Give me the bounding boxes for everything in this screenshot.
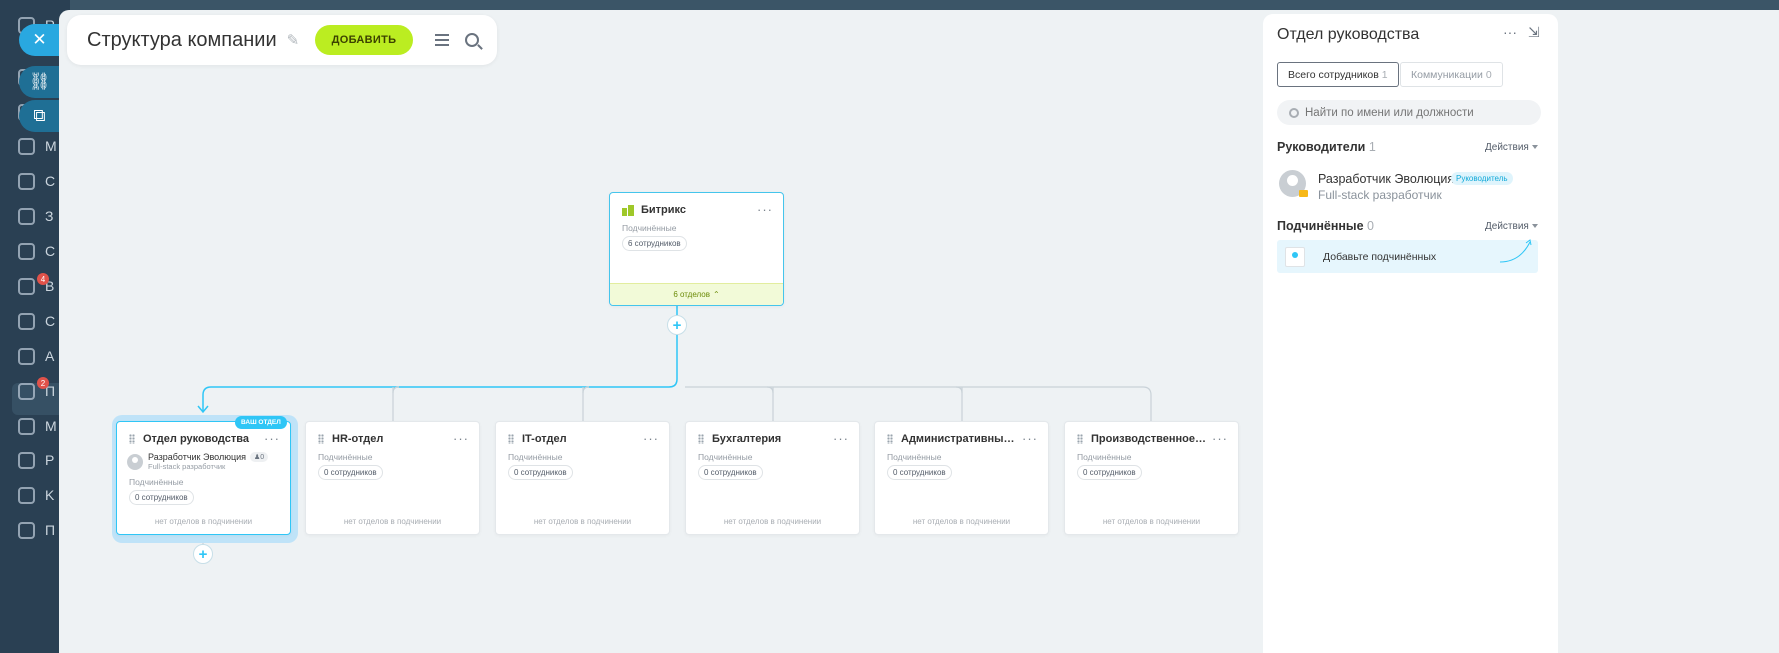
drag-handle-icon[interactable] xyxy=(887,434,893,444)
no-subdepartments-text: нет отделов в подчинении xyxy=(1102,517,1201,526)
more-icon[interactable]: ··· xyxy=(757,203,773,216)
subordinates-label: Подчинённые xyxy=(622,223,677,233)
expand-departments-toggle[interactable]: 6 отделов ⌃ xyxy=(610,283,783,305)
employees-chip[interactable]: 0 сотрудников xyxy=(318,465,383,480)
heads-count: 1 xyxy=(1368,140,1376,154)
tab-communications[interactable]: Коммуникации 0 xyxy=(1400,62,1503,87)
no-subdepartments-text: нет отделов в подчинении xyxy=(154,517,253,526)
crown-icon xyxy=(1299,190,1308,197)
subordinates-label: Подчинённые xyxy=(508,452,563,462)
employees-chip[interactable]: 0 сотрудников xyxy=(129,490,194,505)
search-icon xyxy=(1289,107,1299,118)
employees-chip[interactable]: 0 сотрудников xyxy=(1077,465,1142,480)
no-subdepartments-text: нет отделов в подчинении xyxy=(533,517,632,526)
departments-count: 6 отделов xyxy=(673,290,710,299)
department-card[interactable]: IT-отдел ··· Подчинённые 0 сотрудников нет о… xyxy=(495,421,670,535)
add-subdepartment-button[interactable]: + xyxy=(193,544,213,564)
drag-handle-icon[interactable] xyxy=(129,434,135,444)
drag-handle-icon[interactable] xyxy=(318,434,324,444)
subordinates-section-title: Подчинённые 0 xyxy=(1277,219,1374,233)
department-name: Производственное подразде... xyxy=(1091,433,1206,445)
employees-chip[interactable]: 6 сотрудников xyxy=(622,236,687,251)
more-icon[interactable]: ··· xyxy=(264,432,280,445)
department-detail-panel: Отдел руководства ··· ⇲ Всего сотруднико… xyxy=(1263,14,1558,653)
tab-label: Коммуникации xyxy=(1411,68,1483,81)
tab-all-employees[interactable]: Всего сотрудников 1 xyxy=(1277,62,1399,87)
department-card[interactable]: Отдел руководства ··· Разработчик Эволюция… xyxy=(116,421,291,535)
employees-chip[interactable]: 0 сотрудников xyxy=(887,465,952,480)
head-employee-name[interactable]: Разработчик Эволюция xyxy=(1318,172,1454,186)
employees-chip[interactable]: 0 сотрудников xyxy=(698,465,763,480)
head-position: Full-stack разработчик xyxy=(148,462,226,471)
hint-arrow-icon xyxy=(1499,239,1532,263)
subordinates-label: Подчинённые xyxy=(129,477,184,487)
root-card-name: Битрикс xyxy=(641,204,687,216)
drag-handle-icon[interactable] xyxy=(1077,434,1083,444)
department-name: IT-отдел xyxy=(522,433,567,445)
subordinates-label: Подчинённые xyxy=(1277,219,1364,233)
head-count: 0 xyxy=(260,454,265,461)
more-icon[interactable]: ··· xyxy=(643,432,659,445)
company-logo-icon xyxy=(622,204,634,216)
head-count-badge: ♟0 xyxy=(250,452,269,462)
heads-actions-dropdown[interactable]: Действия xyxy=(1485,142,1538,153)
department-name: Бухгалтерия xyxy=(712,433,782,445)
subordinates-label: Подчинённые xyxy=(1077,452,1132,462)
no-subdepartments-text: нет отделов в подчинении xyxy=(343,517,442,526)
drag-handle-icon[interactable] xyxy=(698,434,704,444)
avatar xyxy=(127,453,143,470)
department-card[interactable]: Административный отдел ··· Подчинённые 0 со… xyxy=(874,421,1049,535)
tab-label: Всего сотрудников xyxy=(1288,68,1379,81)
tab-count: 1 xyxy=(1381,68,1388,81)
subordinates-count: 0 xyxy=(1367,219,1374,233)
department-card[interactable]: HR-отдел ··· Подчинённые 0 сотрудников нет о… xyxy=(305,421,480,535)
subordinates-label: Подчинённые xyxy=(887,452,942,462)
more-icon[interactable]: ··· xyxy=(833,432,849,445)
department-head[interactable]: Разработчик Эволюция ♟0 Full-stack разрабо… xyxy=(117,452,290,471)
add-subordinates-label: Добавьте подчинённых xyxy=(1323,250,1437,263)
more-icon[interactable]: ··· xyxy=(1212,432,1228,445)
employee-search-input[interactable] xyxy=(1305,106,1525,119)
department-name: Отдел руководства xyxy=(143,433,249,445)
department-name: Административный отдел xyxy=(901,433,1016,445)
user-add-icon xyxy=(1285,246,1305,267)
subordinates-actions-dropdown[interactable]: Действия xyxy=(1485,221,1538,232)
role-badge: Руководитель xyxy=(1451,172,1513,185)
collapse-panel-icon[interactable]: ⇲ xyxy=(1528,24,1540,41)
chevron-up-icon: ⌃ xyxy=(712,290,720,299)
panel-title: Отдел руководства xyxy=(1277,26,1420,43)
more-icon[interactable]: ··· xyxy=(1022,432,1038,445)
more-icon[interactable]: ··· xyxy=(453,432,469,445)
subordinates-label: Подчинённые xyxy=(698,452,753,462)
heads-section-title: Руководители 1 xyxy=(1277,140,1376,154)
department-card[interactable]: Бухгалтерия ··· Подчинённые 0 сотрудников не… xyxy=(685,421,860,535)
tab-count: 0 xyxy=(1485,68,1492,81)
department-name: HR-отдел xyxy=(332,433,384,445)
no-subdepartments-text: нет отделов в подчинении xyxy=(912,517,1011,526)
department-card[interactable]: Производственное подразде... ··· Подчинённ… xyxy=(1064,421,1239,535)
heads-label: Руководители xyxy=(1277,140,1366,154)
employees-chip[interactable]: 0 сотрудников xyxy=(508,465,573,480)
subordinates-label: Подчинённые xyxy=(318,452,373,462)
employee-search[interactable] xyxy=(1277,100,1541,125)
head-employee-position: Full-stack разработчик xyxy=(1318,188,1442,202)
head-name: Разработчик Эволюция xyxy=(148,452,246,462)
add-child-department-button[interactable]: + xyxy=(667,315,687,335)
your-department-badge: ВАШ ОТДЕЛ xyxy=(235,416,287,429)
more-icon[interactable]: ··· xyxy=(1503,24,1517,40)
root-company-card[interactable]: Битрикс ··· Подчинённые 6 сотрудников 6 … xyxy=(609,192,784,306)
no-subdepartments-text: нет отделов в подчинении xyxy=(723,517,822,526)
drag-handle-icon[interactable] xyxy=(508,434,514,444)
